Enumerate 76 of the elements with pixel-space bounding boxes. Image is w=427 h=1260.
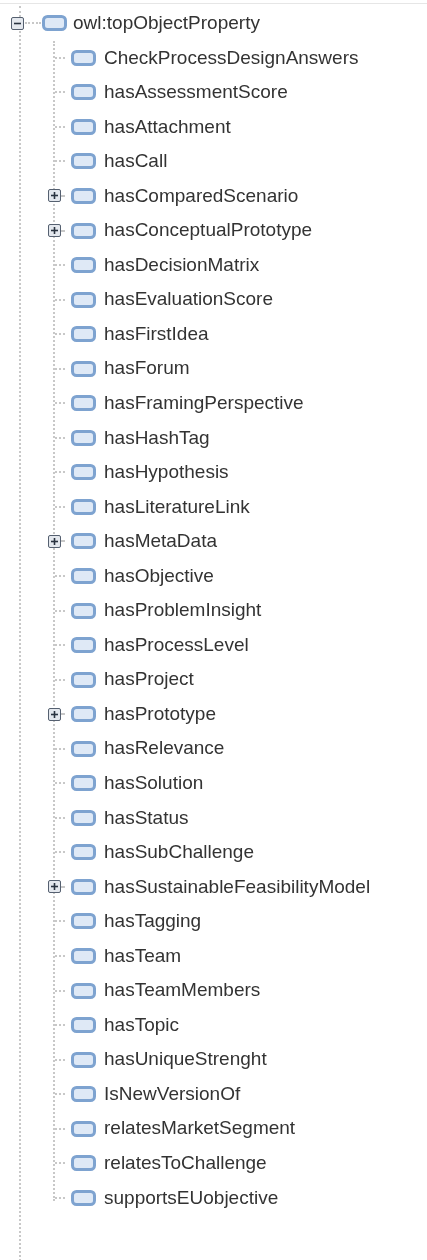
tree-item-label[interactable]: relatesMarketSegment xyxy=(104,1114,296,1143)
tree-item-label[interactable]: hasSubChallenge xyxy=(104,838,254,867)
property-icon xyxy=(71,257,96,274)
tree-item-label[interactable]: owl:topObjectProperty xyxy=(73,9,260,38)
property-icon xyxy=(71,567,96,584)
property-icon xyxy=(71,878,96,895)
property-icon xyxy=(71,291,96,308)
property-icon xyxy=(71,464,96,481)
property-icon xyxy=(71,360,96,377)
tree-item-label[interactable]: hasTagging xyxy=(104,907,202,936)
property-icon xyxy=(71,326,96,343)
property-icon xyxy=(71,49,96,66)
tree-item-label[interactable]: relatesToChallenge xyxy=(104,1149,267,1178)
tree-item-label[interactable]: hasProcessLevel xyxy=(104,630,249,660)
expand-icon[interactable] xyxy=(48,707,61,721)
property-icon xyxy=(71,1120,96,1137)
tree-item-label[interactable]: hasUniqueStrenght xyxy=(104,1045,267,1074)
tree-item-label[interactable]: hasMetaData xyxy=(104,527,217,556)
tree-item-label[interactable]: hasDecisionMatrix xyxy=(104,250,260,280)
expand-icon[interactable] xyxy=(48,189,61,203)
tree-item-label[interactable]: hasProject xyxy=(104,665,194,694)
property-icon xyxy=(71,1189,96,1206)
property-icon xyxy=(71,1017,96,1034)
property-icon xyxy=(71,187,96,204)
tree-item-label[interactable]: hasObjective xyxy=(104,561,214,591)
expand-icon[interactable] xyxy=(48,534,61,548)
property-icon xyxy=(71,948,96,964)
property-icon xyxy=(71,844,96,861)
property-icon xyxy=(71,395,96,412)
property-icon xyxy=(71,498,96,515)
tree-item-label[interactable]: hasConceptualPrototype xyxy=(104,216,313,245)
property-icon xyxy=(71,637,96,654)
tree-item-label[interactable]: hasForum xyxy=(104,354,190,383)
property-icon xyxy=(71,1051,96,1068)
expand-icon[interactable] xyxy=(48,224,61,237)
tree-item-label[interactable]: hasStatus xyxy=(104,803,189,833)
property-icon xyxy=(71,775,96,792)
tree-item-label[interactable]: hasComparedScenario xyxy=(104,181,299,211)
tree-item-label[interactable]: hasRelevance xyxy=(104,734,225,763)
tree-item-label[interactable]: hasAttachment xyxy=(104,112,231,142)
expand-icon[interactable] xyxy=(48,880,61,894)
tree-item-label[interactable]: hasTopic xyxy=(104,1010,179,1040)
tree-item-label[interactable]: hasProblemInsight xyxy=(104,596,262,625)
tree-item-label[interactable]: hasHypothesis xyxy=(104,458,229,487)
tree-item-label[interactable]: hasHashTag xyxy=(104,423,210,453)
property-icon xyxy=(71,118,96,135)
property-icon xyxy=(71,740,96,757)
tree-item-label[interactable]: hasEvaluationScore xyxy=(104,285,273,314)
property-icon xyxy=(71,706,96,723)
tree-item-label[interactable]: hasCall xyxy=(104,147,168,176)
tree-item-label[interactable]: hasSolution xyxy=(104,769,204,798)
property-icon xyxy=(71,1155,96,1172)
tree-item-label[interactable]: hasSustainableFeasibilityModel xyxy=(104,872,371,902)
property-icon xyxy=(71,429,96,446)
property-icon xyxy=(71,809,96,826)
property-icon xyxy=(71,1086,96,1103)
tree-item-label[interactable]: hasFramingPerspective xyxy=(104,389,304,418)
tree-item-label[interactable]: hasTeamMembers xyxy=(104,976,261,1005)
property-icon xyxy=(71,602,96,619)
property-icon xyxy=(71,671,96,688)
property-icon xyxy=(71,84,96,101)
collapse-icon[interactable] xyxy=(11,16,24,30)
property-icon xyxy=(71,533,96,550)
tree-item-label[interactable]: hasTeam xyxy=(104,941,182,971)
property-icon xyxy=(42,15,67,32)
tree-item-label[interactable]: hasLiteratureLink xyxy=(104,492,250,522)
tree-item-label[interactable]: hasAssessmentScore xyxy=(104,78,288,107)
tree-item-label[interactable]: hasPrototype xyxy=(104,699,216,729)
tree-item-label[interactable]: IsNewVersionOf xyxy=(104,1079,241,1109)
property-icon xyxy=(71,982,96,999)
tree-item-label[interactable]: CheckProcessDesignAnswers xyxy=(104,43,359,72)
property-icon xyxy=(71,153,96,170)
tree-item-label[interactable]: supportsEUobjective xyxy=(104,1183,279,1213)
tree-item-label[interactable]: hasFirstIdea xyxy=(104,319,209,349)
property-icon xyxy=(71,222,96,239)
property-icon xyxy=(71,913,96,930)
